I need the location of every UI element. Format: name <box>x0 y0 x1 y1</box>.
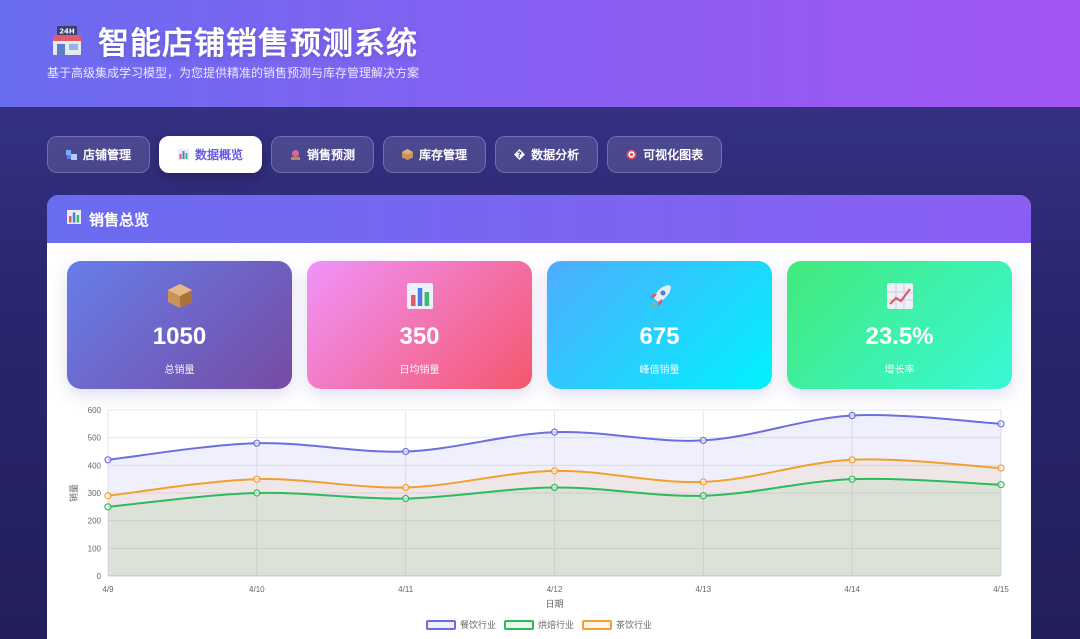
nav-label: 数据概览 <box>195 148 244 162</box>
bar-chart-icon <box>178 149 190 160</box>
stat-value: 23.5% <box>865 323 934 350</box>
y-tick-label: 500 <box>88 434 102 443</box>
unknown-glyph-icon: ? <box>514 149 526 160</box>
trend-up-icon <box>887 283 913 309</box>
panel-header: 销售总览 <box>47 195 1031 243</box>
header-banner: 24H 智能店铺销售预测系统 基于高级集成学习模型，为您提供精准的销售预测与库存… <box>0 0 1080 107</box>
x-tick-label: 4/12 <box>547 585 563 594</box>
y-tick-label: 0 <box>97 572 102 581</box>
nav-visual-charts[interactable]: 可视化图表 <box>607 136 723 173</box>
stat-value: 1050 <box>152 323 207 350</box>
data-point <box>699 436 707 445</box>
data-point <box>550 428 559 436</box>
stat-label: 增长率 <box>884 365 915 376</box>
legend-item[interactable]: 茶饮行业 <box>582 618 652 631</box>
main-nav: 店铺管理 数据概览 销售预测 库存管理 ? 数据分析 可视化图表 <box>47 136 723 173</box>
nav-label: 可视化图表 <box>643 148 704 162</box>
stat-card-growth-rate: 23.5% 增长率 <box>787 261 1012 389</box>
nav-data-analysis[interactable]: ? 数据分析 <box>495 136 599 173</box>
x-tick-label: 4/15 <box>993 585 1009 594</box>
data-point <box>253 439 261 447</box>
legend-label: 餐饮行业 <box>459 620 496 630</box>
nav-sales-forecast[interactable]: 销售预测 <box>271 136 375 173</box>
data-point <box>550 483 559 492</box>
data-point <box>253 475 261 483</box>
legend-item[interactable]: 烘焙行业 <box>503 618 574 631</box>
data-point <box>848 475 856 483</box>
data-point <box>699 492 707 500</box>
page-title: 智能店铺销售预测系统 <box>98 26 418 61</box>
nav-inventory[interactable]: 库存管理 <box>383 136 487 173</box>
svg-text:24H: 24H <box>59 27 75 35</box>
data-point <box>550 467 559 475</box>
legend-swatch <box>425 619 456 630</box>
y-tick-label: 600 <box>88 406 102 415</box>
stat-card-daily-avg: 350 日均销量 <box>307 261 532 389</box>
header-title-row: 24H 智能店铺销售预测系统 <box>50 18 418 63</box>
data-point <box>402 447 410 456</box>
stat-label: 峰值销量 <box>639 365 680 376</box>
data-point <box>104 492 112 500</box>
bar-chart-icon <box>407 283 433 309</box>
stat-label: 日均销量 <box>399 365 440 376</box>
legend-label: 茶饮行业 <box>616 620 653 630</box>
x-tick-label: 4/14 <box>844 585 860 594</box>
legend-item[interactable]: 餐饮行业 <box>425 618 496 631</box>
nav-store-management[interactable]: 店铺管理 <box>47 136 151 173</box>
y-tick-label: 100 <box>88 544 102 553</box>
data-point <box>997 420 1005 428</box>
y-tick-label: 300 <box>88 489 102 498</box>
y-tick-label: 200 <box>88 517 102 526</box>
stat-card-total-sales: 1050 总销量 <box>67 261 292 389</box>
data-point <box>848 411 856 420</box>
data-point <box>402 483 410 492</box>
package-icon <box>402 149 414 160</box>
x-tick-label: 4/13 <box>696 585 712 594</box>
stat-card-peak-sales: 675 峰值销量 <box>547 261 772 389</box>
nav-data-overview[interactable]: 数据概览 <box>159 136 263 173</box>
x-axis-title: 日期 <box>545 599 563 609</box>
nav-label: 库存管理 <box>419 148 468 162</box>
stat-value: 675 <box>639 323 680 350</box>
x-tick-label: 4/10 <box>249 585 265 594</box>
data-point <box>104 456 112 464</box>
data-point <box>104 503 112 511</box>
data-point <box>848 456 856 464</box>
page-subtitle: 基于高级集成学习模型，为您提供精准的销售预测与库存管理解决方案 <box>47 66 420 80</box>
data-point <box>253 489 261 497</box>
sales-overview-panel: 销售总览 1050 总销量 350 日均销量 675 峰值销量 23.5% 增长… <box>47 195 1031 639</box>
data-point <box>997 481 1005 489</box>
bar-chart-icon <box>67 209 81 229</box>
chart-legend: 餐饮行业 烘焙行业 茶饮行业 <box>47 618 1031 631</box>
panel-title: 销售总览 <box>89 211 150 229</box>
x-tick-label: 4/9 <box>102 585 114 594</box>
svg-text:?: ? <box>517 151 522 160</box>
data-point <box>699 478 707 486</box>
nav-label: 数据分析 <box>531 148 580 162</box>
legend-swatch <box>582 619 612 630</box>
package-icon <box>167 283 193 309</box>
store-24h-icon: 24H <box>50 24 84 58</box>
nav-label: 销售预测 <box>307 148 356 162</box>
store-blocks-icon <box>66 149 77 160</box>
crystal-ball-icon <box>290 149 301 160</box>
x-tick-label: 4/11 <box>398 585 414 594</box>
sales-area-chart: 0 100 200 300 400 500 600 4/9 4/10 4/11 4/12 4/13 4/… <box>68 406 1009 609</box>
stat-label: 总销量 <box>164 365 195 376</box>
nav-label: 店铺管理 <box>83 148 132 162</box>
stat-value: 350 <box>399 323 440 350</box>
target-icon <box>626 149 637 160</box>
data-point <box>402 494 410 503</box>
stat-cards: 1050 总销量 350 日均销量 675 峰值销量 23.5% 增长率 <box>67 261 1012 389</box>
y-tick-label: 400 <box>88 461 102 470</box>
rocket-icon <box>647 283 673 309</box>
y-axis-title: 销量 <box>68 484 79 502</box>
data-point <box>997 464 1005 472</box>
legend-label: 烘焙行业 <box>537 620 574 630</box>
legend-swatch <box>503 619 534 630</box>
